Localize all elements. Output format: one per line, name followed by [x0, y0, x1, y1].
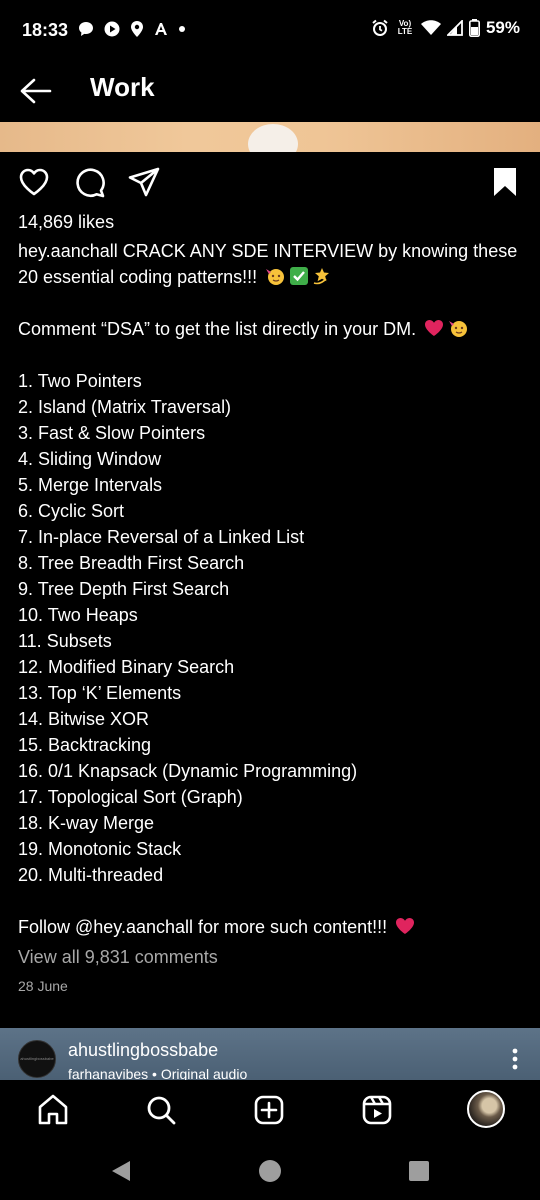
bottom-navigation	[0, 1080, 540, 1142]
home-circle-icon[interactable]	[258, 1159, 282, 1183]
party-face-emoji-icon	[449, 321, 468, 337]
post-date: 28 June	[18, 978, 68, 994]
signal-icon	[446, 20, 463, 36]
list-item: 20. Multi-threaded	[18, 865, 164, 885]
home-icon[interactable]	[35, 1092, 71, 1128]
location-icon	[131, 21, 143, 37]
list-item: 15. Backtracking	[18, 735, 152, 755]
caption-intro: hey.aanchall CRACK ANY SDE INTERVIEW by …	[18, 238, 523, 290]
page-title: Work	[90, 72, 155, 102]
reels-icon[interactable]	[359, 1092, 395, 1128]
list-item: 10. Two Heaps	[18, 605, 138, 625]
add-post-icon[interactable]	[251, 1092, 287, 1128]
volte-badge: Vo) LTE	[397, 19, 413, 36]
list-item: 18. K-way Merge	[18, 813, 155, 833]
more-options-icon[interactable]	[512, 1048, 518, 1070]
list-item: 4. Sliding Window	[18, 449, 162, 469]
next-post-header[interactable]: ahustlingbossbabe ahustlingbossbabe farh…	[0, 1028, 540, 1080]
list-item: 14. Bitwise XOR	[18, 709, 150, 729]
message-bubble-icon	[79, 22, 93, 36]
translate-icon	[155, 23, 167, 35]
patterns-list: 1. Two Pointers 2. Island (Matrix Traver…	[18, 368, 523, 888]
caption-cta: Comment “DSA” to get the list directly i…	[18, 316, 523, 342]
post-caption: hey.aanchall CRACK ANY SDE INTERVIEW by …	[18, 238, 523, 940]
back-triangle-icon[interactable]	[110, 1159, 132, 1183]
list-item: 1. Two Pointers	[18, 371, 142, 391]
post-image[interactable]	[0, 122, 540, 152]
caption-cta-text: Comment “DSA” to get the list directly i…	[18, 319, 417, 339]
list-item: 5. Merge Intervals	[18, 475, 163, 495]
caption-follow: Follow @hey.aanchall for more such conte…	[18, 914, 523, 940]
likes-count[interactable]: 14,869 likes	[18, 212, 114, 233]
party-face-emoji-icon	[266, 269, 285, 285]
recents-square-icon[interactable]	[408, 1160, 430, 1182]
system-navigation	[0, 1142, 540, 1200]
post-image-subject	[248, 124, 298, 152]
status-right: Vo) LTE 59%	[371, 18, 520, 38]
battery-icon	[468, 19, 480, 37]
list-item: 16. 0/1 Knapsack (Dynamic Programming)	[18, 761, 358, 781]
list-item: 6. Cyclic Sort	[18, 501, 125, 521]
check-mark-button-emoji-icon	[290, 267, 309, 285]
red-heart-emoji-icon	[396, 918, 415, 934]
next-post-audio[interactable]: farhanavibes • Original audio	[68, 1066, 247, 1080]
list-item: 7. In-place Reversal of a Linked List	[18, 527, 305, 547]
next-post-username[interactable]: ahustlingbossbabe	[68, 1040, 218, 1061]
bookmark-icon[interactable]	[489, 166, 521, 198]
play-icon	[104, 21, 120, 37]
dizzy-emoji-icon	[313, 268, 330, 285]
list-item: 19. Monotonic Stack	[18, 839, 182, 859]
view-comments-link[interactable]: View all 9,831 comments	[18, 947, 218, 968]
list-item: 13. Top ‘K’ Elements	[18, 683, 182, 703]
list-item: 3. Fast & Slow Pointers	[18, 423, 206, 443]
heart-icon[interactable]	[18, 166, 50, 198]
wifi-icon	[420, 20, 441, 35]
list-item: 9. Tree Depth First Search	[18, 579, 230, 599]
notification-icons	[78, 21, 186, 37]
send-icon[interactable]	[128, 166, 160, 198]
list-item: 2. Island (Matrix Traversal)	[18, 397, 232, 417]
caption-follow-text: Follow @hey.aanchall for more such conte…	[18, 917, 388, 937]
list-item: 11. Subsets	[18, 631, 112, 651]
list-item: 8. Tree Breadth First Search	[18, 553, 245, 573]
alarm-icon	[372, 19, 388, 36]
battery-percent: 59%	[485, 18, 520, 37]
list-item: 12. Modified Binary Search	[18, 657, 235, 677]
list-item: 17. Topological Sort (Graph)	[18, 787, 243, 807]
comment-icon[interactable]	[74, 166, 106, 198]
post-actions	[0, 166, 540, 200]
back-arrow-icon[interactable]	[18, 76, 52, 106]
profile-avatar[interactable]	[467, 1090, 505, 1128]
red-heart-emoji-icon	[425, 320, 444, 336]
next-post-avatar[interactable]: ahustlingbossbabe	[18, 1040, 56, 1078]
status-time: 18:33	[22, 20, 69, 40]
dot-icon	[179, 26, 185, 32]
search-icon[interactable]	[143, 1092, 179, 1128]
app-bar: Work	[0, 62, 540, 120]
status-bar: 18:33 Vo) LTE 59%	[0, 0, 540, 62]
